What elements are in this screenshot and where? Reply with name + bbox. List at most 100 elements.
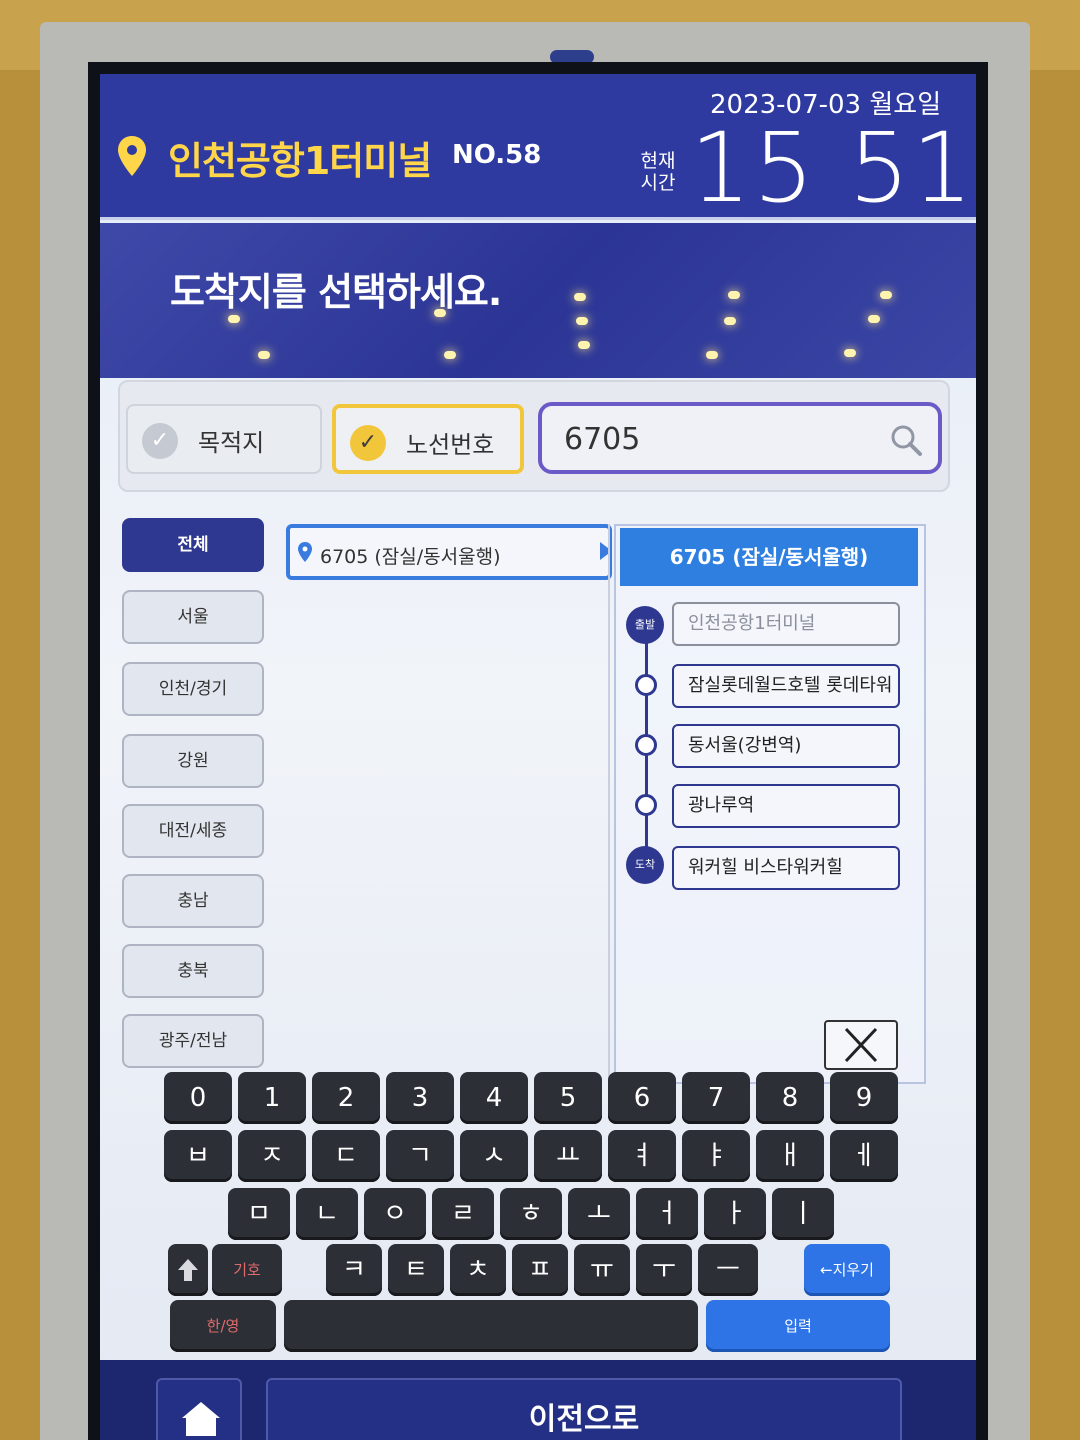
region-all[interactable]: 전체 <box>122 518 264 572</box>
key-digeut[interactable]: ㄷ <box>312 1130 380 1182</box>
ceiling-light <box>434 309 446 317</box>
key-a[interactable]: ㅏ <box>704 1188 766 1240</box>
close-keyboard-button[interactable] <box>824 1020 898 1070</box>
search-input[interactable]: 6705 <box>538 402 942 474</box>
current-time-label-line1: 현재 <box>640 150 676 172</box>
key-9[interactable]: 9 <box>830 1072 898 1124</box>
home-button[interactable] <box>156 1378 242 1440</box>
stop-marker <box>635 734 657 756</box>
language-toggle-key[interactable]: 한/영 <box>170 1300 276 1352</box>
key-6[interactable]: 6 <box>608 1072 676 1124</box>
home-icon <box>182 1402 220 1436</box>
route-list-item[interactable]: 6705 (잠실/동서울행) <box>286 524 612 580</box>
key-3[interactable]: 3 <box>386 1072 454 1124</box>
key-1[interactable]: 1 <box>238 1072 306 1124</box>
key-eo[interactable]: ㅓ <box>636 1188 698 1240</box>
region-incheon-gyeonggi[interactable]: 인천/경기 <box>122 662 264 716</box>
key-i[interactable]: ㅣ <box>772 1188 834 1240</box>
key-e[interactable]: ㅔ <box>830 1130 898 1182</box>
ceiling-light <box>228 315 240 323</box>
key-0[interactable]: 0 <box>164 1072 232 1124</box>
location-pin-icon <box>118 136 146 176</box>
key-kieuk[interactable]: ㅋ <box>326 1244 382 1296</box>
key-yo[interactable]: ㅛ <box>534 1130 602 1182</box>
current-time: 15 51 <box>690 112 975 224</box>
region-gwangju-jeonnam[interactable]: 광주/전남 <box>122 1014 264 1068</box>
key-u[interactable]: ㅜ <box>636 1244 692 1296</box>
ceiling-light <box>724 317 736 325</box>
stop-item[interactable]: 잠실롯데월드호텔 롯데타워 <box>672 664 900 708</box>
current-location: 인천공항1터미널 <box>168 139 432 183</box>
stop-origin: 인천공항1터미널 <box>672 602 900 646</box>
check-icon: ✓ <box>350 425 386 461</box>
key-bieup[interactable]: ㅂ <box>164 1130 232 1182</box>
key-giyeok[interactable]: ㄱ <box>386 1130 454 1182</box>
enter-key[interactable]: 입력 <box>706 1300 890 1352</box>
tab-route-number[interactable]: ✓ 노선번호 <box>332 404 524 474</box>
stop-item[interactable]: 광나루역 <box>672 784 900 828</box>
key-mieum[interactable]: ㅁ <box>228 1188 290 1240</box>
backspace-key[interactable]: ←지우기 <box>804 1244 890 1296</box>
stop-marker <box>635 674 657 696</box>
key-ae[interactable]: ㅐ <box>756 1130 824 1182</box>
close-icon <box>844 1027 878 1063</box>
origin-badge: 출발 <box>626 606 664 644</box>
ceiling-light <box>706 351 718 359</box>
key-yu[interactable]: ㅠ <box>574 1244 630 1296</box>
panel-divider <box>608 524 610 1084</box>
search-panel: ✓ 목적지 ✓ 노선번호 6705 <box>118 380 950 492</box>
key-pieup[interactable]: ㅍ <box>512 1244 568 1296</box>
key-yeo[interactable]: ㅕ <box>608 1130 676 1182</box>
ceiling-light <box>578 341 590 349</box>
ceiling-light <box>728 291 740 299</box>
tab-route-number-label: 노선번호 <box>406 431 495 459</box>
key-siot[interactable]: ㅅ <box>460 1130 528 1182</box>
region-chungnam[interactable]: 충남 <box>122 874 264 928</box>
check-icon: ✓ <box>142 423 178 459</box>
key-rieul[interactable]: ㄹ <box>432 1188 494 1240</box>
stop-item[interactable]: 동서울(강변역) <box>672 724 900 768</box>
key-eu[interactable]: ㅡ <box>698 1244 758 1296</box>
key-nieun[interactable]: ㄴ <box>296 1188 358 1240</box>
key-hieut[interactable]: ㅎ <box>500 1188 562 1240</box>
current-time-label: 현재 시간 <box>638 150 678 194</box>
tab-destination[interactable]: ✓ 목적지 <box>126 404 322 474</box>
destination-badge: 도착 <box>626 846 664 884</box>
key-5[interactable]: 5 <box>534 1072 602 1124</box>
header-bar: 인천공항1터미널 NO.58 2023-07-03 월요일 현재 시간 15 5… <box>100 74 976 224</box>
region-gangwon[interactable]: 강원 <box>122 734 264 788</box>
shift-key[interactable] <box>168 1244 208 1296</box>
key-8[interactable]: 8 <box>756 1072 824 1124</box>
kiosk-display: 인천공항1터미널 NO.58 2023-07-03 월요일 현재 시간 15 5… <box>100 74 976 1440</box>
key-ieung[interactable]: ㅇ <box>364 1188 426 1240</box>
stop-item[interactable]: 워커힐 비스타워커힐 <box>672 846 900 890</box>
current-time-label-line2: 시간 <box>640 172 676 194</box>
region-seoul[interactable]: 서울 <box>122 590 264 644</box>
key-chieut[interactable]: ㅊ <box>450 1244 506 1296</box>
tab-destination-label: 목적지 <box>198 429 265 457</box>
instruction-banner: 도착지를 선택하세요. <box>100 223 976 378</box>
region-chungbuk[interactable]: 충북 <box>122 944 264 998</box>
location-pin-icon <box>298 542 312 562</box>
ceiling-light <box>868 315 880 323</box>
key-2[interactable]: 2 <box>312 1072 380 1124</box>
ceiling-light <box>576 317 588 325</box>
key-o[interactable]: ㅗ <box>568 1188 630 1240</box>
key-7[interactable]: 7 <box>682 1072 750 1124</box>
shift-arrow-icon <box>178 1259 198 1281</box>
region-daejeon-sejong[interactable]: 대전/세종 <box>122 804 264 858</box>
route-detail-title: 6705 (잠실/동서울행) <box>620 528 918 586</box>
symbols-key[interactable]: 기호 <box>212 1244 282 1296</box>
key-jieut[interactable]: ㅈ <box>238 1130 306 1182</box>
back-button[interactable]: 이전으로 <box>266 1378 902 1440</box>
stop-marker <box>635 794 657 816</box>
key-4[interactable]: 4 <box>460 1072 528 1124</box>
space-key[interactable] <box>284 1300 698 1352</box>
key-tieut[interactable]: ㅌ <box>388 1244 444 1296</box>
ceiling-light <box>844 349 856 357</box>
ceiling-light <box>258 351 270 359</box>
ceiling-light <box>444 351 456 359</box>
key-ya[interactable]: ㅑ <box>682 1130 750 1182</box>
selection-arrow-icon <box>600 542 612 560</box>
search-icon[interactable] <box>888 422 924 458</box>
